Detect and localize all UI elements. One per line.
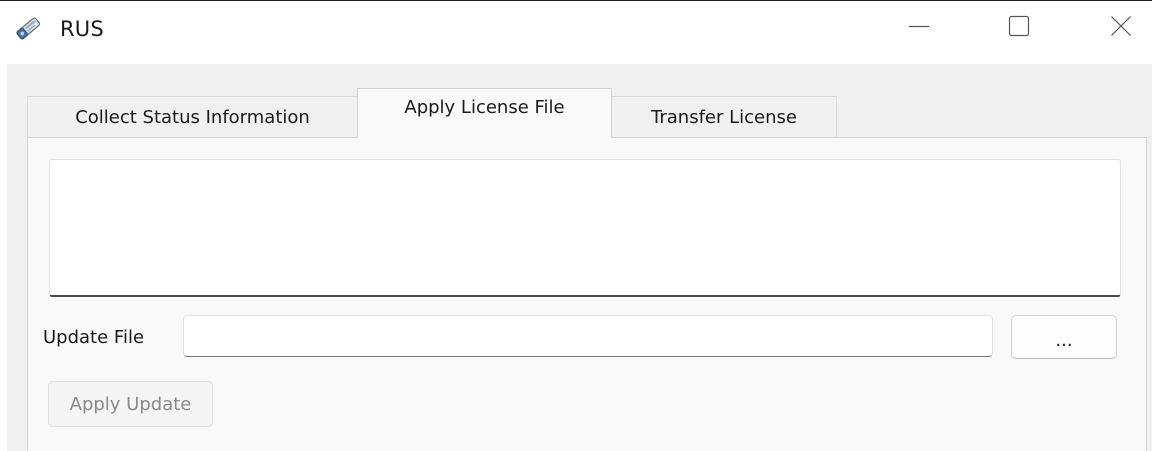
browse-button[interactable]: ... bbox=[1011, 315, 1117, 359]
apply-license-panel: Update File ... Apply Update bbox=[27, 137, 1147, 451]
close-icon bbox=[1110, 15, 1132, 41]
update-file-input[interactable] bbox=[183, 315, 993, 357]
license-key-icon bbox=[10, 10, 46, 46]
title-bar[interactable]: RUS bbox=[0, 1, 1152, 64]
maximize-icon bbox=[1008, 15, 1030, 41]
license-output-textbox[interactable] bbox=[49, 159, 1121, 297]
minimize-icon bbox=[908, 15, 930, 41]
update-file-label: Update File bbox=[43, 327, 145, 348]
client-area: Collect Status Information Apply License… bbox=[7, 64, 1152, 451]
close-button[interactable] bbox=[1092, 1, 1150, 55]
minimize-button[interactable] bbox=[890, 1, 948, 55]
maximize-button[interactable] bbox=[990, 1, 1048, 55]
window-title: RUS bbox=[60, 17, 104, 41]
tab-transfer-license[interactable]: Transfer License bbox=[611, 96, 837, 138]
apply-update-button[interactable]: Apply Update bbox=[48, 381, 213, 427]
rus-window: RUS Collect Status Information Apply Lic… bbox=[0, 0, 1152, 451]
tab-collect-status-information[interactable]: Collect Status Information bbox=[27, 96, 358, 138]
tab-apply-license-file[interactable]: Apply License File bbox=[357, 88, 612, 138]
